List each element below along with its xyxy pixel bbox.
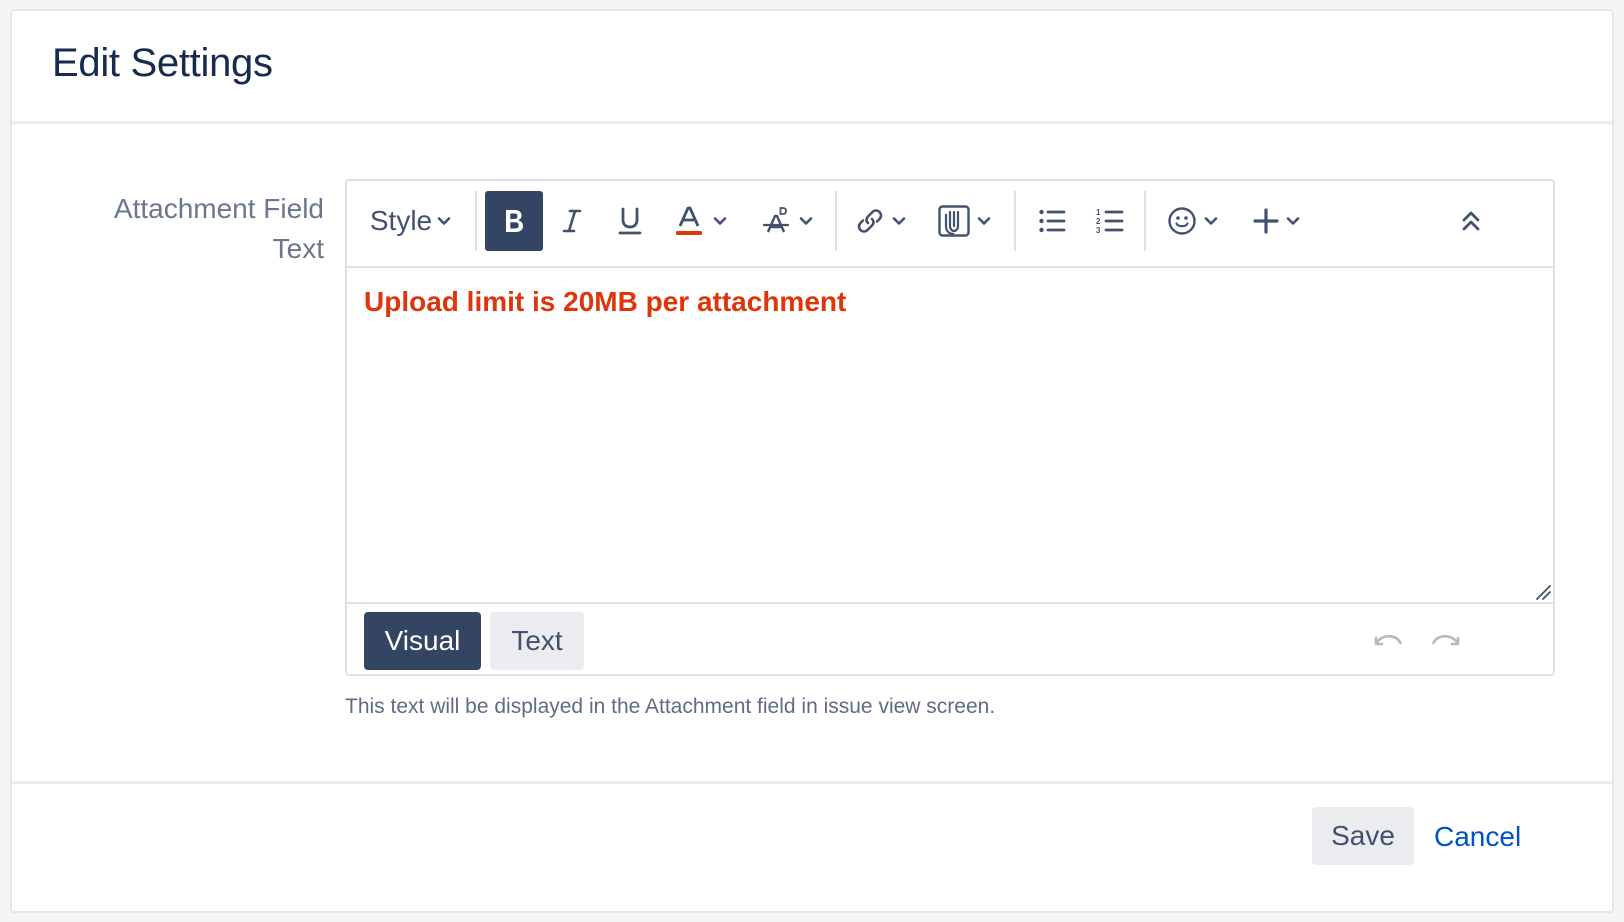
chevron-down-icon xyxy=(976,213,992,229)
toolbar-separator xyxy=(1014,191,1016,251)
numbered-list-button[interactable]: 123 xyxy=(1085,191,1135,251)
dialog-footer: Save Cancel xyxy=(12,781,1612,911)
rich-text-editor: Style 1 2 3 Upload limit is 20MB per att… xyxy=(345,179,1555,676)
attachment-icon xyxy=(938,205,970,237)
cancel-link[interactable]: Cancel xyxy=(1434,821,1521,853)
chevron-down-icon xyxy=(1285,213,1301,229)
dialog-title: Edit Settings xyxy=(52,41,273,85)
bold-button[interactable] xyxy=(485,191,543,251)
undo-icon xyxy=(1373,630,1403,655)
toolbar-separator xyxy=(1144,191,1146,251)
svg-text:3: 3 xyxy=(1096,226,1101,235)
text-mode-button[interactable]: Text xyxy=(490,612,584,670)
editor-content-text[interactable]: Upload limit is 20MB per attachment xyxy=(364,286,1536,318)
underline-icon xyxy=(617,206,643,236)
style-dropdown[interactable]: Style xyxy=(365,191,457,251)
svg-text:1: 1 xyxy=(1096,208,1101,217)
emoticon-icon xyxy=(1167,206,1197,236)
editor-mode-bar: Visual Text xyxy=(347,602,1553,676)
dialog-header: Edit Settings xyxy=(12,11,1612,124)
text-color-icon xyxy=(674,205,704,237)
collapse-toolbar-button[interactable] xyxy=(1449,191,1493,251)
chevron-down-icon xyxy=(712,213,728,229)
bullet-list-icon xyxy=(1038,208,1066,234)
editor-toolbar: Style 1 2 3 xyxy=(347,181,1553,268)
attachment-dropdown[interactable] xyxy=(933,191,997,251)
field-label-line2: Text xyxy=(272,233,324,264)
svg-text:2: 2 xyxy=(1096,217,1101,226)
edit-settings-dialog: Edit Settings Attachment Field Text Styl… xyxy=(10,9,1614,913)
italic-button[interactable] xyxy=(547,191,597,251)
more-formatting-dropdown[interactable] xyxy=(752,191,824,251)
toolbar-separator xyxy=(835,191,837,251)
redo-icon xyxy=(1431,630,1461,655)
editor-content-area[interactable]: Upload limit is 20MB per attachment xyxy=(347,268,1553,602)
bold-icon xyxy=(502,207,526,235)
link-icon xyxy=(855,206,885,236)
chevron-down-icon xyxy=(891,213,907,229)
field-label-line1: Attachment Field xyxy=(113,193,324,224)
chevron-down-icon xyxy=(1203,213,1219,229)
chevron-down-icon xyxy=(436,213,452,229)
emoticon-dropdown[interactable] xyxy=(1161,191,1225,251)
plus-icon xyxy=(1253,208,1279,234)
style-label: Style xyxy=(369,205,433,236)
italic-icon xyxy=(560,207,584,235)
collapse-toolbar-icon xyxy=(1460,209,1482,233)
clear-formatting-icon xyxy=(762,206,792,236)
field-help-text: This text will be displayed in the Attac… xyxy=(345,695,996,718)
undo-button[interactable] xyxy=(1370,624,1406,660)
link-dropdown[interactable] xyxy=(849,191,913,251)
field-label: Attachment Field Text xyxy=(32,189,324,269)
insert-more-dropdown[interactable] xyxy=(1245,191,1309,251)
text-color-dropdown[interactable] xyxy=(665,191,737,251)
visual-mode-button[interactable]: Visual xyxy=(364,612,481,670)
toolbar-separator xyxy=(475,191,477,251)
numbered-list-icon: 123 xyxy=(1096,207,1124,235)
save-button[interactable]: Save xyxy=(1312,807,1414,865)
chevron-down-icon xyxy=(798,213,814,229)
bullet-list-button[interactable] xyxy=(1027,191,1077,251)
underline-button[interactable] xyxy=(605,191,655,251)
resize-handle-icon[interactable] xyxy=(1535,584,1551,600)
redo-button[interactable] xyxy=(1428,624,1464,660)
